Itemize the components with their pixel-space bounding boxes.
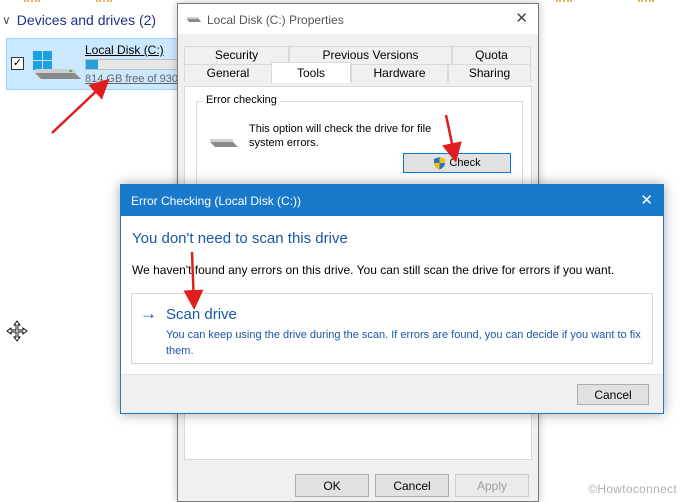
- error-dialog-titlebar: Error Checking (Local Disk (C:)) ✕: [121, 185, 663, 216]
- arrow-right-icon: →: [140, 304, 157, 323]
- scan-drive-option[interactable]: → Scan drive You can keep using the driv…: [131, 293, 653, 364]
- check-button[interactable]: Check: [403, 153, 511, 173]
- drive-icon: [187, 17, 201, 22]
- error-checking-dialog: Error Checking (Local Disk (C:)) ✕ You d…: [120, 184, 664, 414]
- drive-name[interactable]: Local Disk (C:): [85, 43, 164, 57]
- error-dialog-body: We haven't found any errors on this driv…: [132, 263, 615, 277]
- error-checking-description: This option will check the drive for fil…: [249, 123, 432, 149]
- dotted-divider: [96, 0, 112, 3]
- tab-sharing[interactable]: Sharing: [448, 64, 531, 82]
- error-checking-title: Error checking: [203, 94, 280, 106]
- close-icon[interactable]: ✕: [515, 9, 528, 27]
- windows-drive-icon: [33, 51, 81, 79]
- dotted-divider: [556, 0, 572, 3]
- error-dialog-title: Error Checking (Local Disk (C:)): [131, 194, 302, 208]
- ok-button[interactable]: OK: [295, 474, 369, 497]
- error-checking-group: Error checking This option will check th…: [196, 94, 523, 191]
- properties-title: Local Disk (C:) Properties: [207, 13, 344, 27]
- error-dialog-heading: You don't need to scan this drive: [132, 230, 348, 247]
- tab-tools[interactable]: Tools: [271, 62, 351, 83]
- cancel-button[interactable]: Cancel: [375, 474, 449, 497]
- drive-usage-fill: [86, 60, 98, 69]
- move-cursor-icon: [6, 320, 28, 342]
- dotted-divider: [24, 0, 40, 3]
- drive-usage-bar: [85, 59, 185, 70]
- close-icon[interactable]: ✕: [640, 191, 653, 209]
- hard-drive-icon: [210, 139, 238, 147]
- drive-item-c[interactable]: ✓ Local Disk (C:) 814 GB free of 930: [6, 38, 186, 90]
- tab-general[interactable]: General: [184, 64, 272, 82]
- devices-group-header[interactable]: ∨ Devices and drives (2): [2, 12, 156, 28]
- apply-button[interactable]: Apply: [455, 474, 529, 497]
- scan-drive-description: You can keep using the drive during the …: [166, 329, 641, 357]
- watermark: ©Howtoconnect: [588, 482, 677, 496]
- cancel-button[interactable]: Cancel: [577, 384, 649, 405]
- dotted-divider: [638, 0, 654, 3]
- chevron-down-icon: ∨: [2, 13, 11, 27]
- scan-drive-title: Scan drive: [166, 306, 237, 323]
- properties-titlebar: Local Disk (C:) Properties ✕: [178, 4, 538, 34]
- check-button-label: Check: [449, 157, 481, 169]
- tab-quota[interactable]: Quota: [452, 46, 531, 64]
- error-dialog-footer: Cancel: [121, 374, 663, 413]
- tab-hardware[interactable]: Hardware: [351, 64, 448, 82]
- drive-free-text: 814 GB free of 930: [85, 73, 178, 85]
- drive-checkbox[interactable]: ✓: [11, 57, 24, 70]
- devices-group-label: Devices and drives (2): [16, 12, 157, 28]
- shield-icon: [434, 157, 446, 170]
